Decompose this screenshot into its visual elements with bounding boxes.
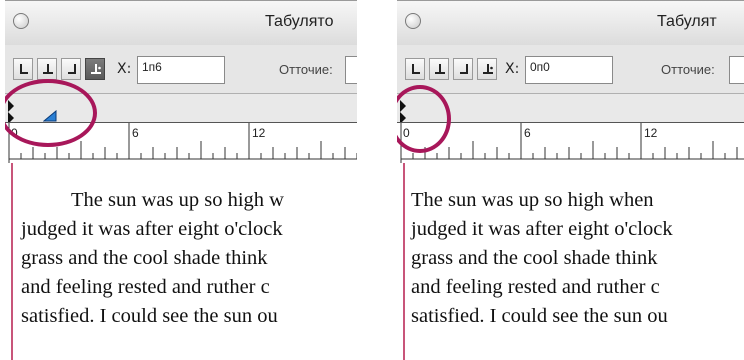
text-line: The sun was up so high w <box>71 189 284 211</box>
text-line: satisfied. I could see the sun ou <box>21 305 278 327</box>
ruler-label: 6 <box>132 126 139 140</box>
panel-collapse-button[interactable] <box>13 13 29 29</box>
text-line: judged it was after eight o'clock <box>411 218 673 240</box>
panel-collapse-button[interactable] <box>405 13 421 29</box>
left-justified-tab-button[interactable] <box>405 58 425 80</box>
center-tab-icon <box>43 64 53 74</box>
ruler-label: 12 <box>644 126 658 140</box>
x-position-field[interactable]: 1п6 <box>137 56 225 84</box>
text-frame[interactable]: The sun was up so high when judged it wa… <box>411 186 673 331</box>
leader-field[interactable] <box>729 56 744 84</box>
right-tab-icon <box>68 64 76 74</box>
text-line: satisfied. I could see the sun ou <box>411 305 668 327</box>
align-on-decimal-tab-button[interactable] <box>85 58 105 80</box>
text-frame[interactable]: The sun was up so high w judged it was a… <box>21 186 284 331</box>
leader-label: Отточие: <box>279 62 333 77</box>
leader-field[interactable] <box>345 56 357 84</box>
x-position-field[interactable]: 0п0 <box>525 56 613 84</box>
right-justified-tab-button[interactable] <box>453 58 473 80</box>
panel-titlebar[interactable]: Табулят <box>397 0 744 46</box>
text-line: grass and the cool shade think <box>411 247 658 269</box>
x-position-label: X: <box>505 61 520 77</box>
ruler-label: 6 <box>524 126 531 140</box>
left-tab-icon <box>20 64 28 74</box>
center-tab-icon <box>435 64 445 74</box>
panel-title: Табулят <box>657 13 717 30</box>
tabs-panel-right: Табулят X: 0п0 Отточие: 0 6 12 The sun w… <box>397 0 744 360</box>
right-justified-tab-button[interactable] <box>61 58 81 80</box>
tabs-panel-left: Табулято X: 1п6 Отточие: 0 6 12 The sun … <box>5 0 357 360</box>
center-justified-tab-button[interactable] <box>37 58 57 80</box>
decimal-tab-icon <box>483 64 493 74</box>
text-line: grass and the cool shade think <box>21 247 268 269</box>
margin-guide <box>11 163 13 360</box>
left-tab-icon <box>412 64 420 74</box>
text-line: judged it was after eight o'clock <box>21 218 283 240</box>
ruler-label: 12 <box>252 126 266 140</box>
decimal-tab-icon <box>91 64 101 74</box>
tabs-toolbar: X: 0п0 Отточие: <box>397 45 744 94</box>
center-justified-tab-button[interactable] <box>429 58 449 80</box>
leader-label: Отточие: <box>661 62 715 77</box>
text-line: and feeling rested and ruther c <box>21 276 270 298</box>
text-line: and feeling rested and ruther c <box>411 276 660 298</box>
panel-title: Табулято <box>265 13 334 30</box>
x-position-label: X: <box>117 61 132 77</box>
panel-titlebar[interactable]: Табулято <box>5 0 357 46</box>
align-on-decimal-tab-button[interactable] <box>477 58 497 80</box>
right-tab-icon <box>460 64 468 74</box>
margin-guide <box>403 163 405 360</box>
text-line: The sun was up so high when <box>411 189 654 211</box>
left-justified-tab-button[interactable] <box>13 58 33 80</box>
